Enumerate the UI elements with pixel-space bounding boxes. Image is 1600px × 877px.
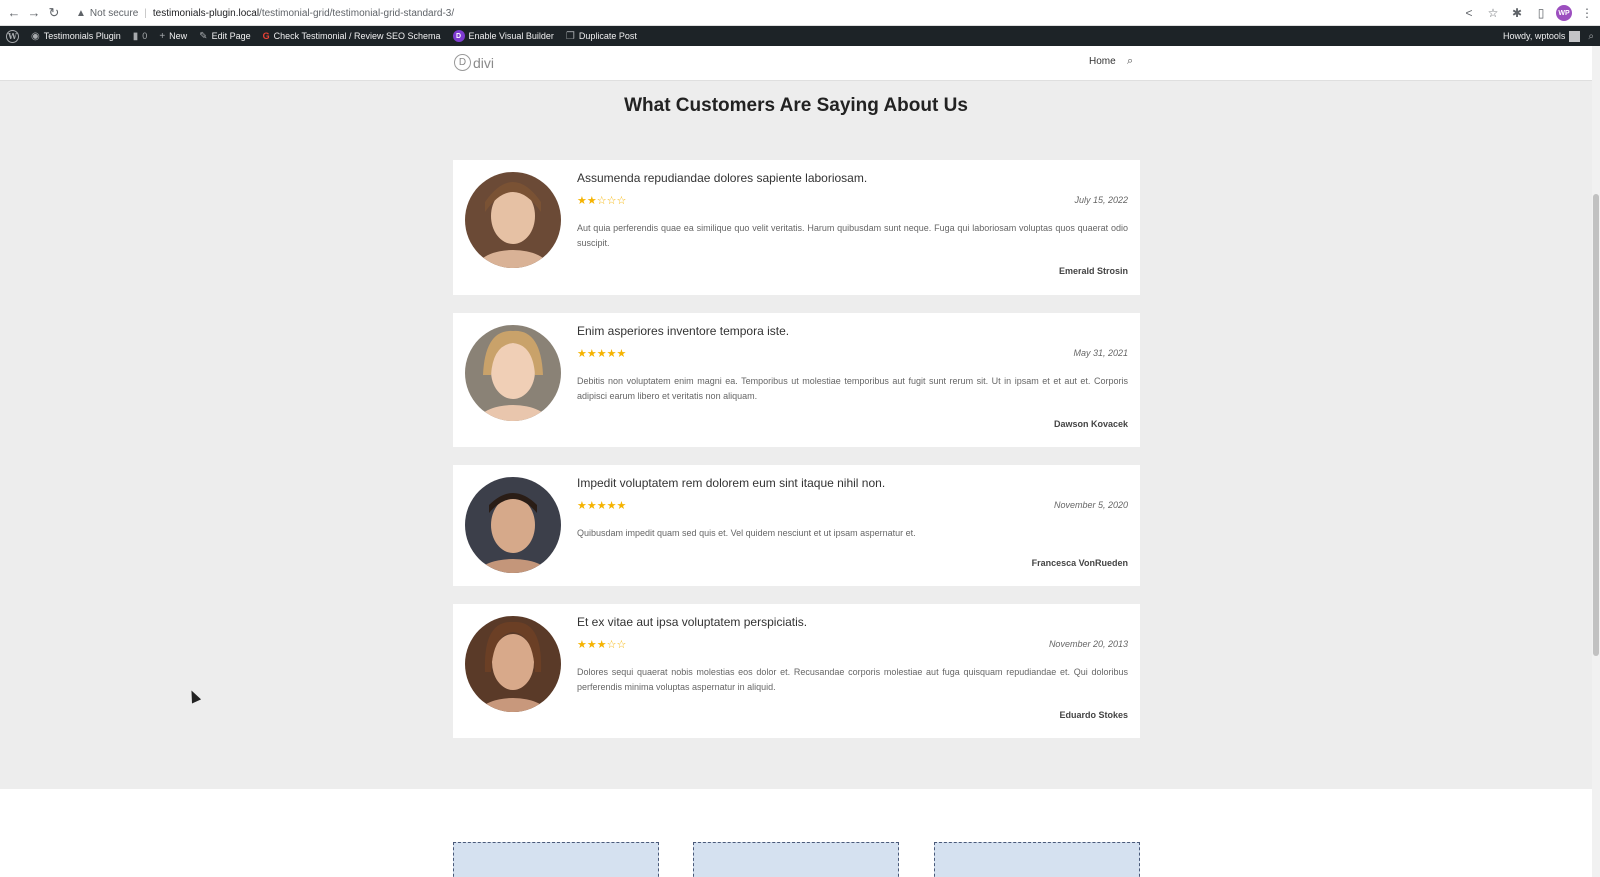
site-name-label: Testimonials Plugin	[43, 31, 121, 41]
testimonial-card: Et ex vitae aut ipsa voluptatem perspici…	[453, 604, 1140, 738]
testimonial-date: May 31, 2021	[1073, 348, 1128, 358]
back-icon[interactable]: ←	[4, 3, 24, 23]
url-host: testimonials-plugin.local	[152, 7, 260, 19]
author-photo	[465, 172, 561, 268]
testimonial-date: November 5, 2020	[1053, 500, 1128, 510]
divi-logo-icon: D	[454, 54, 471, 71]
star-rating: ★★★★★	[577, 500, 627, 512]
user-avatar	[1569, 30, 1581, 42]
testimonial-card: Assumenda repudiandae dolores sapiente l…	[453, 160, 1140, 295]
bookmark-star-icon[interactable]: ☆	[1484, 6, 1502, 20]
admin-bar-right: Howdy, wptools ⌕	[1503, 26, 1594, 46]
browser-toolbar: ← → ↻ ▲ Not secure | testimonials-plugin…	[0, 0, 1600, 26]
section-title: What Customers Are Saying About Us	[624, 95, 968, 116]
extensions-icon[interactable]: ✱	[1508, 6, 1526, 20]
wordpress-logo-icon: W	[6, 29, 19, 43]
wp-admin-bar: W ◉ Testimonials Plugin ▮ 0 + New ✎ Edit Pag…	[0, 26, 1600, 46]
testimonial-body: Debitis non voluptatem enim magni ea. Te…	[577, 376, 1128, 401]
browser-actions: < ☆ ✱ ▯ WP ⋮	[1460, 3, 1596, 23]
warning-icon: ▲	[76, 7, 86, 19]
visual-builder-label: Enable Visual Builder	[468, 31, 554, 41]
edit-page-label: Edit Page	[211, 31, 251, 41]
author-photo	[465, 477, 561, 573]
testimonial-body: Aut quia perferendis quae ea similique q…	[577, 223, 1128, 248]
search-icon[interactable]: ⌕	[1127, 55, 1133, 68]
testimonial-card: Enim asperiores inventore tempora iste. …	[453, 313, 1140, 447]
author-photo	[465, 325, 561, 421]
duplicate-post-item[interactable]: ❐ Duplicate Post	[560, 26, 643, 46]
dashboard-icon: ◉	[31, 30, 40, 42]
testimonial-author: Emerald Strosin	[1058, 266, 1128, 276]
seo-schema-label: Check Testimonial / Review SEO Schema	[273, 31, 441, 41]
testimonial-title: Enim asperiores inventore tempora iste.	[577, 324, 790, 338]
testimonial-author: Eduardo Stokes	[1059, 710, 1128, 720]
share-icon[interactable]: <	[1460, 6, 1478, 20]
logo-text: divi	[473, 54, 495, 71]
scrollbar-thumb[interactable]	[1593, 194, 1599, 656]
edit-page-item[interactable]: ✎ Edit Page	[193, 26, 256, 46]
new-content-item[interactable]: + New	[153, 26, 193, 46]
star-rating: ★★★☆☆	[577, 639, 627, 651]
visual-builder-item[interactable]: D Enable Visual Builder	[447, 26, 560, 46]
url-path: /testimonial-grid/testimonial-grid-stand…	[259, 7, 455, 19]
google-g-icon: G	[262, 31, 270, 41]
testimonial-title: Impedit voluptatem rem dolorem eum sint …	[577, 476, 886, 490]
site-logo[interactable]: D divi	[454, 54, 494, 71]
howdy-label: Howdy, wptools	[1503, 31, 1566, 41]
module-placeholder	[453, 842, 659, 877]
url-separator: |	[144, 7, 147, 19]
comments-item[interactable]: ▮ 0	[127, 26, 154, 46]
address-bar[interactable]: ▲ Not secure | testimonials-plugin.local…	[70, 3, 1480, 23]
kebab-menu-icon[interactable]: ⋮	[1578, 6, 1596, 20]
page-scrollbar[interactable]	[1592, 46, 1600, 877]
mouse-cursor-icon	[186, 688, 202, 704]
testimonial-title: Et ex vitae aut ipsa voluptatem perspici…	[577, 615, 808, 629]
reload-icon[interactable]: ↻	[44, 3, 64, 23]
testimonial-date: November 20, 2013	[1048, 639, 1128, 649]
author-photo	[465, 616, 561, 712]
star-rating: ★★★★★	[577, 348, 627, 360]
comments-count: 0	[142, 31, 148, 41]
my-account-item[interactable]: Howdy, wptools	[1503, 26, 1581, 46]
testimonial-body: Quibusdam impedit quam sed quis et. Vel …	[577, 528, 916, 538]
forward-icon[interactable]: →	[24, 3, 44, 23]
seo-schema-item[interactable]: G Check Testimonial / Review SEO Schema	[257, 26, 447, 46]
testimonial-author: Dawson Kovacek	[1053, 419, 1128, 429]
duplicate-post-label: Duplicate Post	[578, 31, 637, 41]
menu-item-home[interactable]: Home	[1089, 56, 1116, 67]
comment-icon: ▮	[132, 30, 139, 42]
divi-builder-icon: D	[452, 30, 465, 42]
testimonial-body: Dolores sequi quaerat nobis molestias eo…	[577, 667, 1128, 692]
side-panel-icon[interactable]: ▯	[1532, 6, 1550, 20]
lower-section	[0, 789, 1592, 877]
testimonial-author: Francesca VonRueden	[1031, 558, 1128, 568]
testimonial-date: July 15, 2022	[1074, 195, 1128, 205]
plus-icon: +	[159, 30, 166, 42]
star-rating: ★★☆☆☆	[577, 195, 627, 207]
security-label: Not secure	[89, 7, 139, 19]
wp-logo-item[interactable]: W	[0, 26, 25, 46]
testimonial-card: Impedit voluptatem rem dolorem eum sint …	[453, 465, 1140, 586]
pencil-icon: ✎	[199, 30, 208, 42]
new-label: New	[169, 31, 188, 41]
duplicate-icon: ❐	[565, 30, 575, 42]
testimonial-title: Assumenda repudiandae dolores sapiente l…	[577, 171, 868, 185]
site-header: D divi Home ⌕	[0, 46, 1592, 80]
admin-search-icon[interactable]: ⌕	[1588, 31, 1594, 42]
module-placeholder	[693, 842, 899, 877]
site-name-item[interactable]: ◉ Testimonials Plugin	[25, 26, 127, 46]
profile-avatar[interactable]: WP	[1556, 5, 1572, 21]
module-placeholder	[934, 842, 1140, 877]
